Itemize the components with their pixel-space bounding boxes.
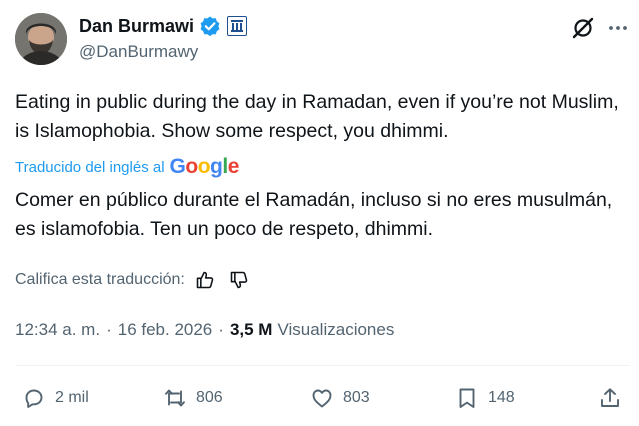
repost-button[interactable]: 806 [163,384,223,412]
like-count: 803 [343,389,370,406]
thumbs-up-icon[interactable] [195,270,215,290]
affiliate-badge-icon[interactable] [227,16,248,36]
heart-icon [312,389,332,408]
verified-badge-icon[interactable] [199,15,221,37]
action-bar: 2 mil 806 803 148 [0,384,639,412]
grok-icon[interactable] [571,16,595,40]
share-button[interactable] [598,384,622,412]
reply-button[interactable]: 2 mil [22,384,89,412]
reply-count: 2 mil [55,389,89,406]
thumbs-down-icon[interactable] [229,270,249,290]
meta-separator: · [106,320,112,339]
translation-attribution: Traducido del inglés al Google [15,155,239,179]
google-letter: e [227,155,240,178]
share-icon [601,388,619,407]
author-block: Dan Burmawi @DanBurmawy [79,14,248,62]
rate-translation: Califica esta traducción: [15,268,263,292]
google-letter: g [210,155,223,178]
bookmark-icon [459,388,475,408]
handle[interactable]: @DanBurmawy [79,42,247,62]
rate-label: Califica esta traducción: [15,271,185,288]
affiliate-emblem [231,20,244,32]
google-letter: G [169,155,186,178]
tweet-text: Eating in public during the day in Ramad… [15,91,619,142]
google-logo: Google [169,155,240,179]
translated-label[interactable]: Traducido del inglés al [15,159,165,176]
reply-icon [25,389,43,408]
avatar[interactable] [15,13,67,65]
views-label: Visualizaciones [277,320,395,339]
tweet-date[interactable]: 16 feb. 2026 [118,320,213,340]
meta-separator: · [218,320,224,339]
display-name[interactable]: Dan Burmawi [79,16,194,37]
avatar-photo [15,13,67,65]
bookmark-button[interactable]: 148 [455,384,515,412]
name-row: Dan Burmawi [79,14,248,38]
like-button[interactable]: 803 [310,384,370,412]
translation-text: Comer en público durante el Ramadán, inc… [15,189,613,240]
views-count: 3,5 M [229,320,273,339]
google-letter: o [185,155,198,178]
google-letter: o [197,155,211,178]
bookmark-count: 148 [488,389,515,406]
more-options-icon[interactable] [606,16,630,40]
repost-count: 806 [196,389,223,406]
tweet-time[interactable]: 12:34 a. m. [15,320,100,340]
repost-icon [165,389,185,407]
divider [15,365,630,366]
tweet-meta: 12:34 a. m. · 16 feb. 2026 · 3,5 M Visua… [15,318,394,342]
